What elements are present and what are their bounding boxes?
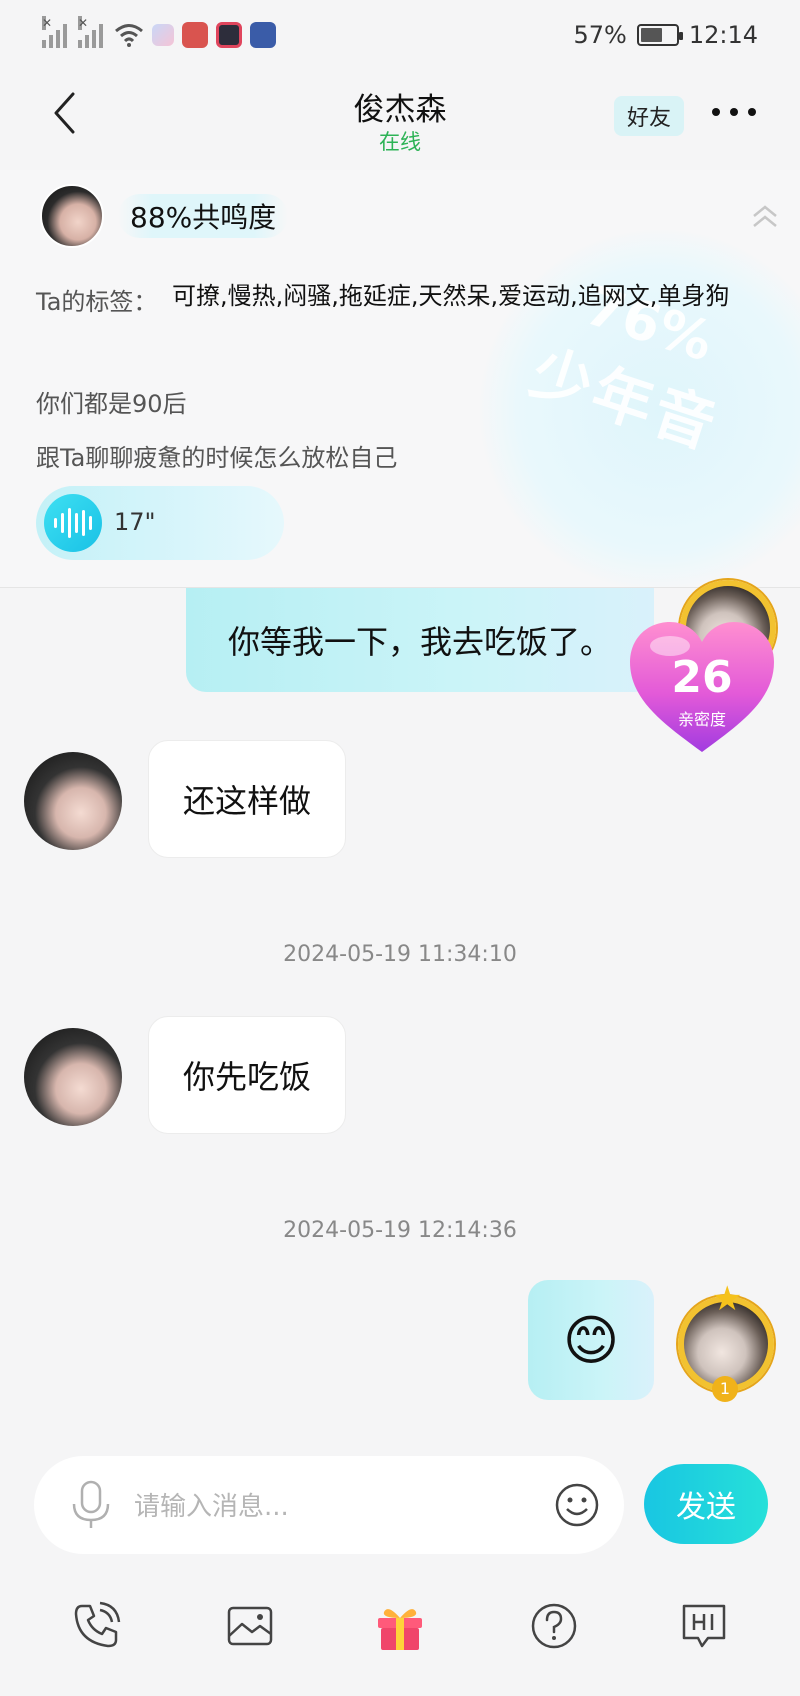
intimacy-heart-badge[interactable]: 26 亲密度: [624, 616, 780, 756]
message-input-placeholder[interactable]: 请输入消息...: [134, 1486, 289, 1523]
image-icon[interactable]: [224, 1600, 276, 1652]
tags-label: Ta的标签：: [36, 288, 158, 316]
dot: [712, 108, 720, 116]
tags-value: 可撩,慢热,闷骚,拖延症,天然呆,爱运动,追网文,单身狗: [172, 282, 730, 310]
battery-percent: 57%: [573, 21, 627, 49]
bottom-toolbar: [0, 1590, 800, 1660]
intimacy-label: 亲密度: [677, 710, 726, 729]
contact-avatar[interactable]: [24, 1028, 122, 1126]
message-bubble-incoming[interactable]: 你先吃饭: [148, 1016, 346, 1134]
message-text: 还这样做: [182, 782, 311, 820]
star-crown-icon: ★: [712, 1279, 743, 1319]
message-bubble-outgoing[interactable]: 你等我一下，我去吃饭了。: [186, 588, 654, 692]
message-input-box[interactable]: 请输入消息...: [34, 1456, 624, 1554]
voice-intro-player[interactable]: 17": [36, 486, 284, 560]
battery-icon: [636, 24, 683, 46]
clock: 12:14: [688, 21, 758, 49]
voice-duration: 17": [114, 508, 156, 536]
app-notification-icon-1: [152, 24, 174, 46]
microphone-icon[interactable]: [68, 1480, 114, 1530]
signal-1-icon: ✕: [42, 16, 70, 48]
question-icon[interactable]: [528, 1600, 580, 1652]
topic-suggestion[interactable]: 跟Ta聊聊疲惫的时候怎么放松自己: [36, 438, 397, 473]
smiling-emoji: 😊: [562, 1308, 620, 1372]
chat-header: 俊杰森 在线 好友: [0, 70, 800, 162]
gift-icon[interactable]: [374, 1600, 426, 1652]
signal-2-icon: ✕: [78, 16, 106, 48]
send-button[interactable]: 发送: [644, 1464, 768, 1544]
resonance-score: 88%共鸣度: [118, 194, 289, 238]
status-right: 57% 12:14: [573, 21, 758, 49]
message-timestamp: 2024-05-19 11:34:10: [283, 942, 517, 967]
dot: [748, 108, 756, 116]
friend-badge[interactable]: 好友: [614, 96, 684, 136]
emoji-icon[interactable]: [554, 1482, 600, 1528]
user-level-badge: 1: [712, 1376, 738, 1402]
message-text: 你先吃饭: [182, 1058, 311, 1096]
intimacy-value: 26: [671, 652, 733, 703]
app-notification-icon-4: [250, 22, 276, 48]
message-timestamp: 2024-05-19 12:14:36: [283, 1218, 517, 1243]
status-bar: ✕ ✕ 57% 12:14: [0, 0, 800, 70]
phone-icon[interactable]: [70, 1600, 122, 1652]
chat-area[interactable]: 你等我一下，我去吃饭了。 26 亲密度 还这样做 2024-05-19 11:3…: [0, 580, 800, 1448]
profile-card: 76% 少年音 88%共鸣度 Ta的标签： 可撩,慢热,闷骚,拖延症,天然呆,爱…: [0, 170, 800, 588]
dot: [730, 108, 738, 116]
contact-avatar[interactable]: [24, 752, 122, 850]
wifi-icon: [115, 24, 143, 47]
status-left-icons: ✕ ✕: [42, 16, 276, 48]
message-bubble-incoming[interactable]: 还这样做: [148, 740, 346, 858]
hi-icon[interactable]: [678, 1600, 730, 1652]
more-options-button[interactable]: [712, 108, 756, 116]
app-notification-icon-2: [182, 22, 208, 48]
app-notification-icon-3: [216, 22, 242, 48]
sound-wave-icon: [44, 494, 102, 552]
age-info: 你们都是90后: [36, 390, 187, 418]
message-bubble-outgoing[interactable]: 😊: [528, 1280, 654, 1400]
message-text: 你等我一下，我去吃饭了。: [227, 623, 612, 661]
collapse-chevron-icon[interactable]: [748, 200, 782, 234]
profile-avatar[interactable]: [40, 184, 104, 248]
